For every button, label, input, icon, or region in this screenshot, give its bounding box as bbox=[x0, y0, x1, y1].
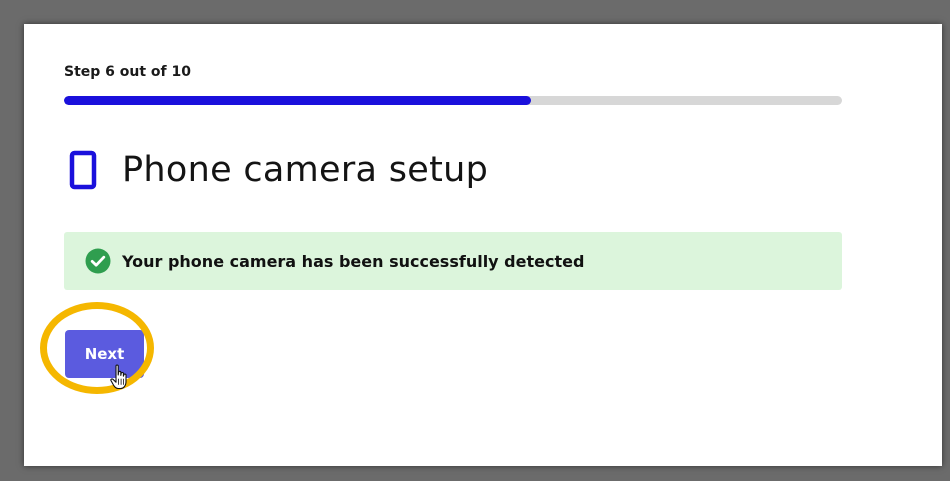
progress-bar-fill bbox=[64, 96, 531, 105]
success-message: Your phone camera has been successfully … bbox=[122, 251, 585, 271]
page-title: Phone camera setup bbox=[122, 150, 489, 190]
setup-card: Step 6 out of 10 Phone camera setup Your… bbox=[24, 24, 942, 466]
page-heading: Phone camera setup bbox=[68, 148, 488, 192]
progress-bar bbox=[64, 96, 842, 105]
check-circle-icon bbox=[85, 248, 111, 274]
success-alert: Your phone camera has been successfully … bbox=[64, 232, 842, 290]
next-button[interactable]: Next bbox=[65, 330, 144, 378]
phone-icon bbox=[68, 150, 98, 190]
step-indicator: Step 6 out of 10 bbox=[64, 64, 191, 80]
